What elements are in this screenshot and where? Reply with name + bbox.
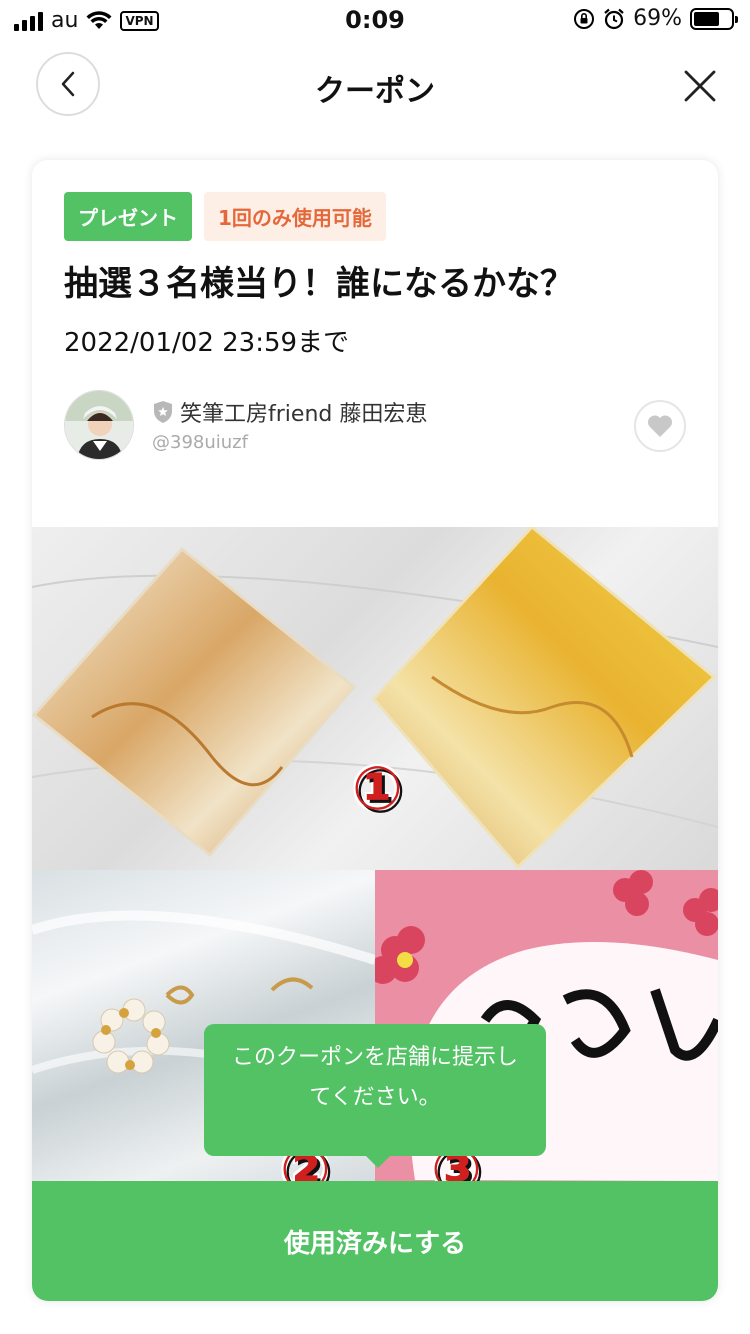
close-button[interactable] [680,66,720,106]
battery-percent: 69% [633,6,682,31]
present-tag: プレゼント [64,192,192,241]
favorite-button[interactable] [634,400,686,452]
account-id: @398uiuzf [152,432,248,453]
status-bar: au VPN 0:09 69% [0,0,750,40]
coupon-image-coasters: ① [32,527,718,870]
coupon-card: プレゼント 1回のみ使用可能 抽選３名様当り！誰になるかな？ 2022/01/0… [32,160,718,1301]
single-use-tag: 1回のみ使用可能 [204,192,386,241]
mark-as-used-button[interactable]: 使用済みにする [32,1181,718,1301]
avatar[interactable] [64,390,134,460]
heart-icon [647,415,673,437]
present-hint-tooltip: このクーポンを店舗に提示してください。 [204,1024,546,1168]
close-icon [684,70,716,102]
page-title: クーポン [315,74,435,109]
image-number-label: ① [352,754,403,824]
battery-icon [690,7,738,30]
coupon-tags: プレゼント 1回のみ使用可能 [64,192,386,241]
orientation-lock-icon [574,8,595,29]
status-right: 69% [573,6,738,31]
coupon-title: 抽選３名様当り！誰になるかな？ [64,264,574,304]
account-name-label: 笑筆工房friend 藤田宏恵 [180,402,428,427]
coupon-deadline: 2022/01/02 23:59まで [64,328,350,358]
nav-bar: クーポン [0,52,750,118]
account-name[interactable]: 笑筆工房friend 藤田宏恵 [152,396,427,428]
alarm-icon [604,8,624,29]
avatar-photo [65,391,133,459]
shield-icon [154,401,172,423]
